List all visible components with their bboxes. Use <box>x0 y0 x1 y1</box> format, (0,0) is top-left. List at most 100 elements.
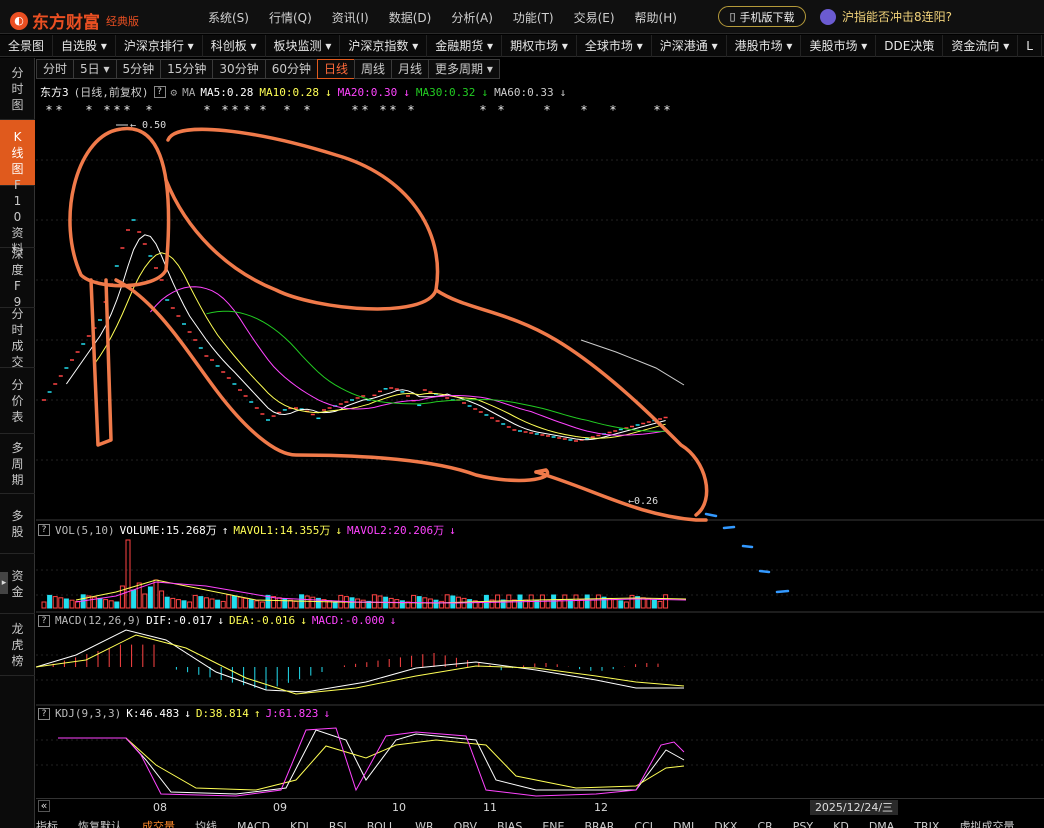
indicator-tab[interactable]: RSI <box>329 818 347 828</box>
blue-dash <box>704 512 718 518</box>
help-button[interactable]: ? <box>153 86 166 98</box>
market-nav-item[interactable]: 港股市场 ▾ <box>727 34 802 57</box>
menu-item[interactable]: 功能(T) <box>513 9 554 26</box>
signal-marker: * <box>232 103 238 117</box>
period-tab[interactable]: 30分钟 <box>212 59 266 79</box>
indicator-tab[interactable]: BRAR <box>584 818 614 828</box>
period-tab[interactable]: 60分钟 <box>264 59 318 79</box>
signal-markers: * * * * * * * * * * * * * * * * * * * * * * * * * * <box>46 103 670 117</box>
indicator-tab[interactable]: 均线 <box>195 818 217 828</box>
indicator-tab[interactable]: KD <box>833 818 849 828</box>
period-tab[interactable]: 5日 ▾ <box>73 59 117 79</box>
news-ticker[interactable]: 沪指能否冲击8连阳? <box>820 8 952 25</box>
indicator-tab[interactable]: OBV <box>454 818 477 828</box>
left-tab-label: 分时图 <box>11 65 24 112</box>
market-nav-item[interactable]: 全球市场 ▾ <box>577 34 652 57</box>
ma-value: MA60:0.33 <box>494 85 554 99</box>
indicator-tab[interactable]: CCI <box>634 818 653 828</box>
volume-bar <box>629 594 635 609</box>
main-menu: 系统(S) 行情(Q) 资讯(I) 数据(D) 分析(A) 功能(T) 交易(E) 帮助(H) <box>208 9 697 26</box>
period-selector: 分时 5日 ▾ 5分钟 15分钟 30分钟 60分钟 日线 周线 月线 更多周期 ▾ <box>36 58 500 80</box>
volume-bar <box>304 595 310 609</box>
app-logo[interactable]: ◐ 东方财富 经典版 <box>10 8 139 33</box>
indicator-tab[interactable]: BIAS <box>497 818 522 828</box>
indicator-tab[interactable]: PSY <box>793 818 813 828</box>
volume-bar <box>394 599 400 609</box>
axis-scroll-left-button[interactable]: « <box>38 800 50 812</box>
menu-item[interactable]: 数据(D) <box>389 9 432 26</box>
left-tab-7[interactable]: 多股 <box>0 494 35 554</box>
menu-item[interactable]: 帮助(H) <box>635 9 677 26</box>
market-nav-item[interactable]: 板块监测 ▾ <box>266 34 341 57</box>
market-nav-item[interactable]: 沪深京指数 ▾ <box>340 34 428 57</box>
market-nav-item[interactable]: 科创板 ▾ <box>203 34 266 57</box>
market-nav-item[interactable]: L <box>1018 34 1042 57</box>
menu-bar: ◐ 东方财富 经典版 系统(S) 行情(Q) 资讯(I) 数据(D) 分析(A) 功能(T… <box>0 0 1044 34</box>
indicator-tab[interactable]: MACD <box>237 818 270 828</box>
volume-bar <box>355 598 361 609</box>
period-tab[interactable]: 周线 <box>354 59 393 79</box>
market-nav-item[interactable]: 自选股 ▾ <box>53 34 116 57</box>
indicator-tab[interactable]: DMA <box>869 818 895 828</box>
volume-bar <box>579 599 585 609</box>
period-tab[interactable]: 更多周期 ▾ <box>428 59 500 79</box>
market-nav-item[interactable]: 沪深京排行 ▾ <box>116 34 203 57</box>
menu-item[interactable]: 分析(A) <box>451 9 493 26</box>
menu-item[interactable]: 交易(E) <box>574 9 615 26</box>
menu-item[interactable]: 系统(S) <box>208 9 249 26</box>
ma10-line <box>93 252 666 439</box>
signal-marker: * <box>362 103 368 117</box>
indicator-tab[interactable]: KDJ <box>290 818 309 828</box>
market-nav-item[interactable]: 资金流向 ▾ <box>943 34 1019 57</box>
kline-chart[interactable]: * * * * * * * * * * * * * * * * * * * * * * * * * * ← 0.50←0.26 <box>36 100 1044 798</box>
indicator-tab[interactable]: 成交量 <box>142 818 175 828</box>
gear-icon[interactable]: ⚙ <box>171 86 178 99</box>
market-nav-item[interactable]: 期权市场 ▾ <box>502 34 577 57</box>
left-tab-2[interactable]: F10资料 <box>0 178 35 256</box>
collapse-sidebar-button[interactable]: ▸ <box>0 572 8 594</box>
left-tab-9[interactable]: 龙虎榜 <box>0 614 35 676</box>
period-tab[interactable]: 日线 <box>316 59 355 79</box>
market-nav-item[interactable]: 全景图 <box>0 34 54 57</box>
menu-item[interactable]: 资讯(I) <box>332 9 369 26</box>
volume-bar <box>215 599 221 609</box>
indicator-tab[interactable]: WR <box>415 818 434 828</box>
volume-bar <box>427 598 433 609</box>
indicator-tab[interactable]: TRIX <box>914 818 939 828</box>
period-tab[interactable]: 5分钟 <box>115 59 162 79</box>
mobile-download-button[interactable]: ▯ 手机版下载 <box>718 6 806 27</box>
macd-panel <box>36 629 685 695</box>
signal-marker: * <box>480 103 486 117</box>
menu-item[interactable]: 行情(Q) <box>269 9 312 26</box>
volume-bar <box>131 589 137 609</box>
indicator-tab[interactable]: 指标 <box>36 818 58 828</box>
market-nav-item[interactable]: 沪深港通 ▾ <box>652 34 727 57</box>
news-headline[interactable]: 沪指能否冲击8连阳? <box>842 8 952 25</box>
annotation-loop <box>68 126 171 288</box>
indicator-tab[interactable]: DMI <box>673 818 694 828</box>
period-tab[interactable]: 月线 <box>391 59 430 79</box>
ma-value: MA5:0.28 <box>200 85 254 99</box>
indicator-tab[interactable]: 恢复默认 <box>78 818 122 828</box>
ma-arrow: ↓ <box>403 85 410 99</box>
volume-bar <box>181 600 187 609</box>
left-tab-6[interactable]: 多周期 <box>0 434 35 494</box>
period-tab[interactable]: 15分钟 <box>160 59 214 79</box>
volume-bars <box>41 539 687 609</box>
signal-marker: * <box>104 103 110 117</box>
indicator-tab[interactable]: BOLL <box>367 818 395 828</box>
left-tab-0[interactable]: 分时图 <box>0 58 35 120</box>
market-nav-item[interactable]: 金融期货 ▾ <box>427 34 503 57</box>
indicator-tab[interactable]: ENE <box>542 818 564 828</box>
period-tab[interactable]: 分时 <box>36 59 75 79</box>
indicator-tab[interactable]: DKX <box>714 818 737 828</box>
market-nav-item[interactable]: DDE决策 <box>876 34 944 57</box>
indicator-tab[interactable]: CR <box>757 818 772 828</box>
market-nav-item[interactable]: 美股市场 ▾ <box>801 34 877 57</box>
annotation-arc <box>434 288 709 517</box>
left-tab-5[interactable]: 分价表 <box>0 368 35 434</box>
left-tab-3[interactable]: 深度F9 <box>0 247 35 309</box>
indicator-tab[interactable]: 虚拟成交量 <box>959 818 1014 828</box>
left-tab-4[interactable]: 分时成交 <box>0 307 35 369</box>
dif-line <box>36 629 684 693</box>
